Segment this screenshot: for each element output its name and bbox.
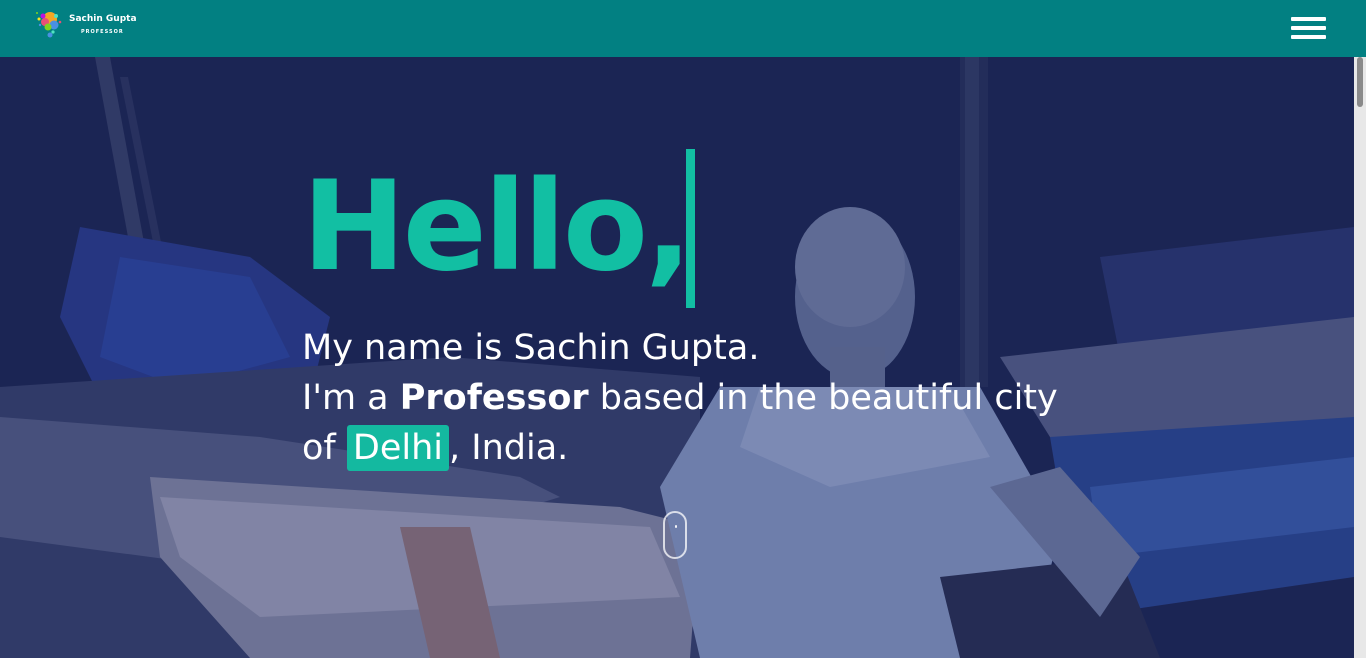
hero-intro: My name is Sachin Gupta. I'm a Professor… (302, 323, 1058, 473)
mouse-scroll-icon[interactable] (663, 511, 687, 559)
scroll-wheel-dot (675, 525, 677, 528)
intro-line-2: I'm a Professor based in the beautiful c… (302, 373, 1058, 423)
site-logo[interactable]: Sachin Gupta PROFESSOR (34, 5, 144, 41)
intro-line-3-prefix: of (302, 428, 347, 468)
hamburger-menu-icon[interactable] (1291, 17, 1326, 41)
logo-mark-icon (36, 12, 62, 38)
intro-line-1: My name is Sachin Gupta. (302, 328, 760, 368)
hero-section: Hello, My name is Sachin Gupta. I'm a Pr… (0, 57, 1354, 658)
typing-cursor (686, 149, 695, 308)
intro-line-2-prefix: I'm a (302, 378, 400, 418)
intro-line-2-suffix: based in the beautiful city (588, 378, 1058, 418)
site-header: Sachin Gupta PROFESSOR (0, 0, 1366, 57)
intro-line-3-suffix: , India. (449, 428, 569, 468)
menu-bar-middle (1291, 26, 1326, 30)
intro-line-3: of Delhi, India. (302, 423, 1058, 473)
logo-subtitle: PROFESSOR (81, 29, 124, 35)
profession-text: Professor (399, 378, 589, 418)
page: Sachin Gupta PROFESSOR Hello, My name is… (0, 0, 1366, 658)
city-highlight: Delhi (346, 425, 449, 471)
menu-bar-top (1291, 17, 1326, 21)
hero-greeting: Hello, (302, 155, 692, 299)
logo-name: Sachin Gupta (69, 14, 137, 24)
page-scrollbar[interactable] (1354, 57, 1366, 658)
scrollbar-thumb[interactable] (1357, 57, 1363, 107)
menu-bar-bottom (1291, 35, 1326, 39)
